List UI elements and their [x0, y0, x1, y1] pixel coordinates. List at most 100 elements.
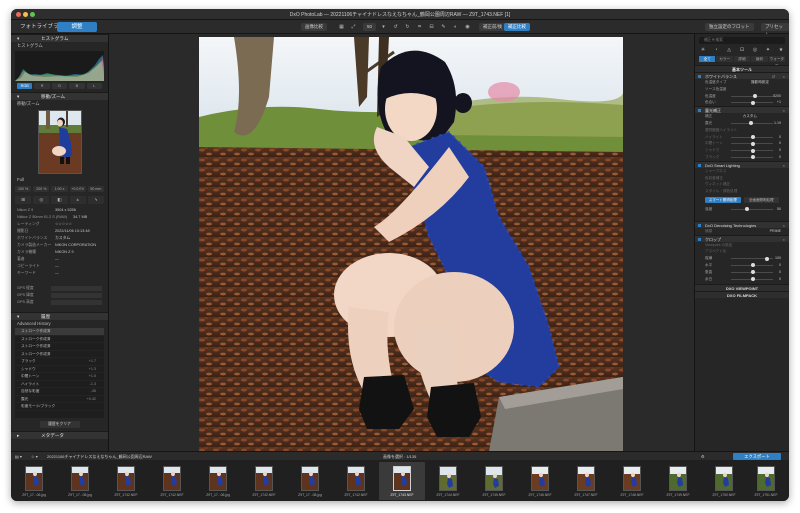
slider-knob[interactable] [751, 100, 755, 105]
filmstrip-item[interactable]: Z9T_1748.NEF [609, 462, 655, 500]
move-zoom-header[interactable]: ▾ 移動/ズーム [11, 92, 108, 100]
aspect-ratio-row[interactable]: アスペクト比 [695, 248, 789, 255]
channel-r[interactable]: R [34, 83, 50, 89]
chevron-down-icon[interactable]: ▾ [379, 23, 388, 31]
channel-b[interactable]: B [69, 83, 85, 89]
crop-vertical-slider[interactable]: 垂直 0 [695, 269, 789, 276]
filmstrip-item[interactable]: Z9T_17...06.jpg [11, 462, 57, 500]
local-icon[interactable]: ◎ [751, 47, 759, 54]
vignetting-row[interactable]: ヴィネット補正 [695, 181, 789, 188]
export-button[interactable]: エクスポート [733, 453, 781, 460]
history-item[interactable]: ハイライト -1.3 [15, 381, 104, 388]
channel-g[interactable]: G [51, 83, 68, 89]
history-item[interactable]: 彩度モード/ブラック [15, 403, 104, 411]
smart-lighting-spot-button[interactable]: 全画面照明処理 [743, 196, 779, 203]
compare-style-button[interactable]: 補正比較 [504, 23, 530, 31]
filmstrip-item-selected[interactable]: Z9T_1743.NEF [379, 462, 425, 500]
geometry-icon[interactable]: ⊡ [738, 47, 746, 54]
filmstrip-item[interactable]: Z9T_17...06.jpg [195, 462, 241, 500]
tab-customize[interactable]: 調整 [57, 22, 97, 32]
dxo-viewpoint-header[interactable]: DXO VIEWPOINT [695, 284, 789, 292]
crop-margin-slider[interactable]: 余白 0 [695, 276, 789, 283]
eye-icon[interactable]: ◉ [463, 23, 472, 31]
history-header[interactable]: ▾ 履歴 [11, 312, 108, 320]
filmstrip-item[interactable]: Z9T_1747.NEF [563, 462, 609, 500]
denoising-section[interactable]: DxO Denoising Technologies × [695, 220, 789, 228]
crop-icon[interactable]: ⌗ [415, 23, 424, 31]
filmstrip-gear-icon[interactable]: ⚙ [701, 453, 705, 460]
white-balance-section[interactable]: ホワイトバランス ↺ × [695, 72, 789, 79]
favorite-icon[interactable]: ★ [777, 47, 785, 54]
focal-length-button[interactable]: 50 mm [87, 186, 105, 192]
before-after-button[interactable]: 補正前/後 [479, 23, 507, 31]
crop-scale-slider[interactable]: 縦横 100 [695, 255, 789, 262]
filter-tab-watermark[interactable]: ウォーター [768, 56, 786, 67]
enable-checkbox[interactable] [698, 109, 701, 113]
wb-temperature-slider[interactable]: 色温度 5200 [695, 93, 789, 100]
metadata-header[interactable]: ▸ メタデータ [11, 431, 108, 439]
dxo-filmpack-header[interactable]: DXO FILMPACK [695, 291, 789, 299]
filter-tab-color[interactable]: カラー [716, 56, 733, 62]
filmstrip-item[interactable]: Z9T_1742.NEF [333, 462, 379, 500]
local-adjust-icon[interactable]: ◐ [451, 23, 460, 31]
zoom-100-button[interactable]: 100 % [15, 186, 32, 192]
enable-checkbox[interactable] [698, 237, 701, 241]
exposure-section[interactable]: 露光補正 × [695, 106, 789, 114]
smart-lighting-uniform-button[interactable]: スマート照明処理 [705, 196, 741, 203]
midtones-slider[interactable]: 中間トーン 0 [695, 140, 789, 147]
filmstrip-item[interactable]: Z9T_1746.NEF [517, 462, 563, 500]
grid-icon[interactable]: ▦ [337, 23, 346, 31]
compare-button[interactable]: 画像比較 [301, 23, 327, 31]
filmstrip-filter-icon[interactable]: ☆ ▾ [31, 453, 38, 460]
horizon-icon[interactable]: ⊟ [427, 23, 436, 31]
history-item[interactable]: 自然な彩度 -35 [15, 388, 104, 396]
clear-history-button[interactable]: 履歴をクリア [39, 421, 80, 428]
watermark-icon[interactable]: ✦ [764, 47, 772, 54]
slider-knob[interactable] [751, 270, 755, 275]
channel-rgb[interactable]: RGB [17, 83, 33, 89]
flash-icon[interactable]: ϟ [87, 196, 105, 204]
slider-knob[interactable] [751, 148, 755, 153]
filmstrip-item[interactable]: Z9T_17...08.jpg [287, 462, 333, 500]
history-item[interactable]: 中間トーン +1.0 [15, 373, 104, 381]
repair-icon[interactable]: ✎ [439, 23, 448, 31]
zoom-fit-icon[interactable]: ⤢ [349, 23, 358, 31]
filmstrip-view-icon[interactable]: ▤ ▾ [15, 453, 22, 460]
highlights-slider[interactable]: ハイライト 0 [695, 134, 789, 141]
enable-checkbox[interactable] [698, 223, 701, 227]
chromatic-aberration-row[interactable]: 色収差補正 [695, 175, 789, 182]
history-item[interactable]: 露光 +0.42 [15, 396, 104, 403]
enable-checkbox[interactable] [698, 75, 701, 78]
filmstrip-item[interactable]: Z9T_1749.NEF [655, 462, 701, 500]
preset-button[interactable]: プリセット [761, 23, 789, 37]
slider-knob[interactable] [745, 207, 749, 212]
color-icon[interactable]: ◔ [712, 47, 720, 54]
filmstrip-item[interactable]: Z9T_1745.NEF [471, 462, 517, 500]
detail-icon[interactable]: ◬ [725, 47, 733, 54]
slider-knob[interactable] [751, 135, 755, 140]
history-item[interactable]: ストローク作成済 [15, 336, 104, 343]
slider-knob[interactable] [751, 277, 755, 282]
lens-sharpness-row[interactable]: シャープネス [695, 168, 789, 175]
rotate-left-icon[interactable]: ↺ [391, 23, 400, 31]
clearview-strength-slider[interactable]: 強度 50 [695, 206, 789, 213]
filter-tab-geometry[interactable]: 幾何 [751, 56, 768, 62]
smart-lighting-section[interactable]: DxO Smart Lighting × [695, 160, 789, 168]
history-item[interactable]: ストローク作成済 [15, 328, 104, 336]
exposure-slider[interactable]: 露光 1.19 [695, 120, 789, 127]
filter-tab-all[interactable]: 全て [699, 56, 716, 62]
crop-section[interactable]: クロップ × [695, 234, 789, 242]
style-toning-row[interactable]: スタイル・調色処理 [695, 188, 789, 195]
filmstrip-item[interactable]: Z9T_1742.NEF [149, 462, 195, 500]
history-item[interactable]: ブラック +1.7 [15, 358, 104, 366]
history-item[interactable]: ストローク作成済 [15, 343, 104, 351]
history-item[interactable]: シャドウ +1.3 [15, 366, 104, 373]
slider-knob[interactable] [751, 141, 755, 146]
aperture-icon[interactable]: ◎ [33, 196, 50, 204]
filmstrip-item[interactable]: Z9T_1742.NEF [103, 462, 149, 500]
rating-stars[interactable]: ☆☆☆☆☆ [55, 221, 72, 228]
light-icon[interactable]: ☀ [699, 47, 707, 54]
exposure-value-button[interactable]: +0.0 EV [69, 186, 86, 192]
blacks-slider[interactable]: ブラック 0 [695, 154, 789, 161]
denoise-type-row[interactable]: 種類 PRIME [695, 228, 789, 235]
